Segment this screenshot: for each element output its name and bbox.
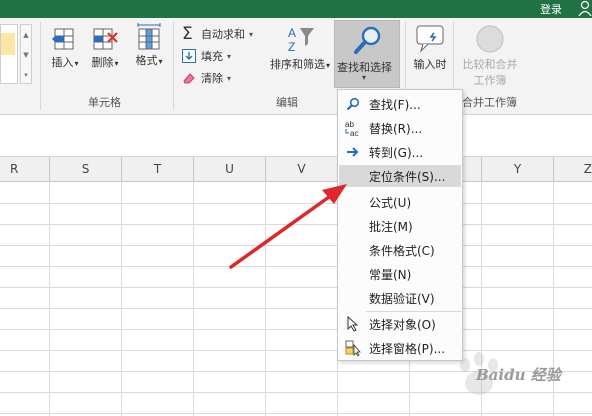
format-cells-icon — [137, 23, 161, 50]
magnifier-icon — [346, 97, 360, 111]
compare-merge-icon — [476, 25, 504, 53]
account-icon[interactable] — [578, 0, 592, 16]
format-button[interactable]: 格式▾ — [130, 22, 168, 68]
title-bar: 登录 — [0, 0, 592, 18]
find-select-menu: 查找(F)... ab ac 替换(R)... 转到(G)... 定位条件(S)… — [337, 89, 463, 361]
column-header[interactable]: Y — [482, 157, 554, 182]
eraser-icon — [183, 73, 195, 84]
svg-text:A: A — [288, 26, 296, 40]
ribbon: ▲ ▼ ▾ 插入▾ 删除▾ 格式▾ 单元格 Σ 自动求和 ▾ 填充 ▾ 清除 ▾… — [0, 18, 592, 115]
sigma-icon: Σ — [182, 24, 193, 44]
delete-cells-icon — [93, 28, 118, 50]
merge-group-label: 合并工作簿 — [462, 96, 517, 109]
svg-text:ab: ab — [345, 120, 354, 129]
svg-text:Z: Z — [288, 40, 295, 54]
menu-item-goto-special[interactable]: 定位条件(S)... — [339, 165, 461, 187]
right-arrow-icon — [347, 147, 359, 157]
column-header[interactable]: Z — [554, 157, 592, 182]
watermark-text: Baidu 经验 — [476, 366, 561, 384]
find-select-button[interactable]: 查找和选择 ▾ — [334, 20, 400, 88]
menu-separator — [366, 311, 461, 312]
menu-item-goto[interactable]: 转到(G)... — [339, 141, 461, 163]
fill-down-icon — [182, 49, 196, 63]
menu-item-selection-pane[interactable]: 选择窗格(P)... — [339, 337, 461, 359]
column-header-row: R S T U V W X Y Z — [0, 157, 592, 182]
separator — [173, 22, 174, 110]
formula-bar-area[interactable] — [0, 115, 592, 157]
svg-text:ac: ac — [350, 129, 358, 137]
column-header[interactable]: V — [266, 157, 338, 182]
speech-bubble-icon — [416, 25, 444, 53]
sort-filter-button[interactable]: A Z 排序和筛选▾ — [268, 24, 332, 72]
menu-item-replace[interactable]: ab ac 替换(R)... — [339, 117, 461, 139]
fill-button[interactable]: 填充 ▾ — [182, 48, 231, 64]
gallery-scroll[interactable]: ▲ ▼ ▾ — [20, 24, 32, 84]
clear-button[interactable]: 清除 ▾ — [182, 70, 231, 86]
column-header[interactable]: T — [122, 157, 194, 182]
menu-item-select-objects[interactable]: 选择对象(O) — [339, 313, 461, 335]
sort-filter-icon: A Z — [288, 26, 314, 54]
insert-cells-icon — [52, 28, 74, 50]
insert-button[interactable]: 插入▾ — [48, 24, 82, 70]
autosum-button[interactable]: Σ 自动求和 ▾ — [182, 24, 253, 44]
login-link[interactable]: 登录 — [540, 1, 562, 17]
separator — [40, 22, 41, 110]
compare-merge-button[interactable]: 比较和合并 工作簿 — [458, 24, 522, 88]
column-header[interactable]: S — [50, 157, 122, 182]
input-time-button[interactable]: 输入时 — [410, 24, 450, 72]
menu-item-formulas[interactable]: 公式(U) — [339, 191, 461, 213]
cells-group-label: 单元格 — [88, 96, 121, 109]
cursor-arrow-icon — [347, 316, 359, 332]
delete-button[interactable]: 删除▾ — [88, 24, 122, 70]
menu-item-find[interactable]: 查找(F)... — [339, 93, 461, 115]
style-gallery[interactable] — [0, 24, 18, 84]
menu-item-data-validation[interactable]: 数据验证(V) — [339, 287, 461, 309]
selection-pane-icon — [345, 340, 361, 356]
menu-item-conditional-formatting[interactable]: 条件格式(C) — [339, 239, 461, 261]
menu-item-constants[interactable]: 常量(N) — [339, 263, 461, 285]
menu-item-comments[interactable]: 批注(M) — [339, 215, 461, 237]
column-header[interactable]: U — [194, 157, 266, 182]
edit-group-label: 编辑 — [276, 96, 298, 109]
column-header[interactable]: R — [0, 157, 50, 182]
magnifier-icon — [354, 26, 381, 54]
replace-abc-icon: ab ac — [345, 120, 358, 137]
